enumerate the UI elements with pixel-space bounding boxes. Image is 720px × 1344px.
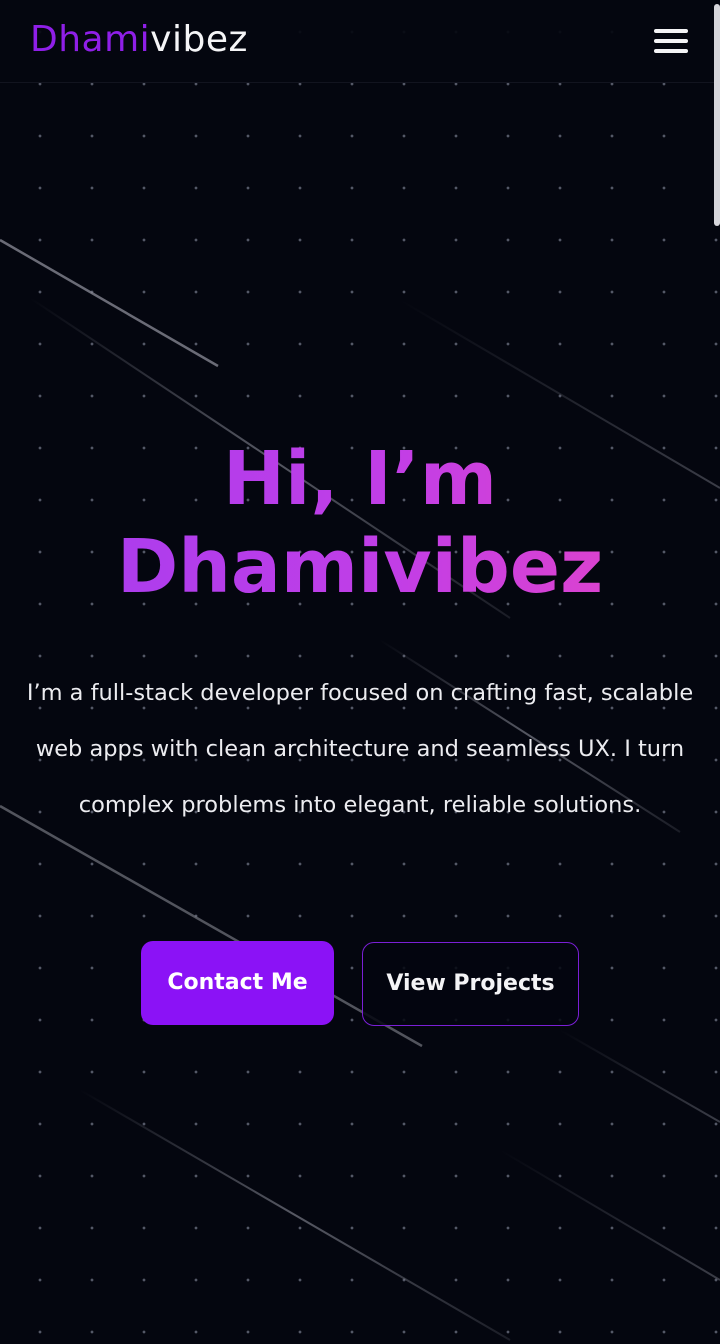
menu-bar: [654, 29, 688, 33]
hamburger-menu-icon[interactable]: [654, 26, 688, 56]
contact-me-button[interactable]: Contact Me: [141, 941, 334, 1025]
streak: [79, 1089, 511, 1341]
hero-heading: Hi, I’m Dhamivibez: [0, 435, 720, 611]
hero-section: Hi, I’m Dhamivibez I’m a full-stack deve…: [0, 435, 720, 833]
hero-actions: Contact Me View Projects: [0, 941, 720, 1031]
page: Dhamivibez Hi, I’m Dhamivibez I’m a full…: [0, 0, 720, 1344]
menu-bar: [654, 39, 688, 43]
scrollbar-thumb[interactable]: [714, 4, 720, 226]
top-navbar: Dhamivibez: [0, 0, 720, 83]
menu-bar: [654, 49, 688, 53]
streak: [559, 1029, 720, 1123]
view-projects-button[interactable]: View Projects: [362, 942, 579, 1026]
hero-heading-line-2: Dhamivibez: [116, 524, 604, 610]
brand-rest-text: vibez: [150, 19, 248, 60]
hero-tagline: I’m a full-stack developer focused on cr…: [26, 680, 694, 818]
streak: [0, 238, 219, 368]
brand-logo[interactable]: Dhamivibez: [30, 18, 248, 62]
brand-accent-text: Dhami: [30, 19, 151, 60]
streak: [499, 1149, 720, 1281]
hero-heading-line-1: Hi, I’m: [223, 436, 497, 522]
